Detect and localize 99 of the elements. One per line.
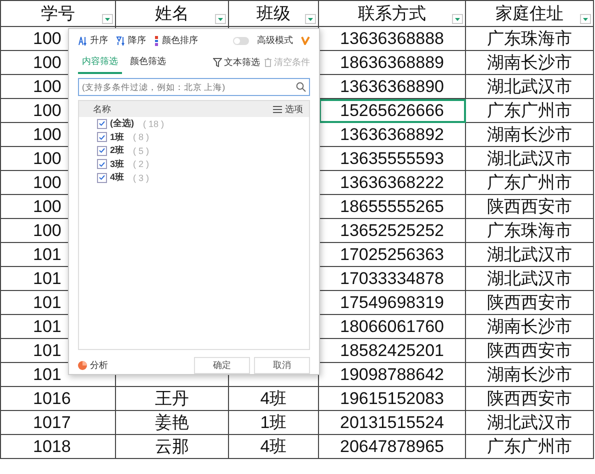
color-sort-icon: [154, 36, 160, 46]
table-cell-text: 湖北武汉市: [487, 244, 572, 266]
table-cell-text: 4班: [260, 436, 287, 458]
filter-value-label[interactable]: 2班: [110, 144, 124, 158]
table-cell-text: 湖南长沙市: [487, 124, 572, 146]
column-header: 联系方式: [358, 3, 426, 25]
table-cell: 101: [33, 340, 62, 360]
table-cell-text: 湖北武汉市: [487, 268, 572, 290]
filter-value-label[interactable]: (全选): [110, 117, 134, 130]
count-label: ( 8 ): [133, 132, 150, 142]
table-cell: 1018: [33, 436, 71, 456]
caret-icon: [455, 18, 460, 20]
filter-value-label[interactable]: 1班: [110, 130, 124, 144]
table-cell-text: 陕西西安市: [487, 340, 572, 362]
table-cell: 101: [33, 244, 62, 264]
caret-icon: [583, 18, 588, 20]
funnel-icon: [213, 58, 222, 67]
analysis-button[interactable]: 分析: [90, 359, 108, 372]
column-header: 学号: [41, 3, 75, 25]
table-cell-text: 广东珠海市: [487, 28, 572, 50]
table-cell-text: 陕西西安市: [487, 388, 572, 410]
filter-dropdown-button[interactable]: [305, 14, 316, 24]
toggle-switch[interactable]: [233, 36, 249, 45]
table-cell-text: 广东广州市: [487, 100, 572, 122]
checkbox[interactable]: [97, 118, 107, 129]
table-cell: 100: [33, 52, 62, 72]
dialog-button[interactable]: 确定: [194, 357, 250, 374]
column-header: 班级: [256, 3, 290, 25]
table-cell: 19615152083: [319, 387, 466, 411]
table-cell-text: 1班: [260, 412, 287, 434]
filter-value-label[interactable]: 4班: [110, 171, 124, 184]
table-cell-text: 湖南长沙市: [487, 316, 572, 338]
table-cell: 100: [33, 196, 62, 216]
sort-ascending-icon: [78, 36, 88, 46]
table-cell: 100: [33, 220, 62, 240]
table-cell-text: 陕西西安市: [487, 196, 572, 218]
search-field[interactable]: (支持多条件过滤，例如：北京 上海): [78, 78, 310, 96]
caret-icon: [105, 18, 110, 20]
table-cell: 101: [33, 316, 62, 336]
table-cell: 100: [33, 172, 62, 192]
count-label: ( 18 ): [143, 118, 164, 129]
table-cell-text: 广东广州市: [487, 172, 572, 194]
table-cell: 101: [33, 364, 62, 384]
v-icon: [301, 36, 310, 46]
table-cell-text: 湖北武汉市: [487, 148, 572, 170]
table-cell-text: 广东珠海市: [487, 220, 572, 242]
caret-icon: [308, 18, 313, 20]
trash-icon: [264, 58, 272, 67]
table-cell: 1017: [33, 412, 71, 432]
active-cell: 15265626666: [319, 99, 466, 123]
checkbox[interactable]: [97, 146, 107, 156]
caret-icon: [218, 18, 223, 20]
table-cell: 100: [33, 124, 62, 144]
table-cell: 20647878965: [319, 435, 466, 459]
filter-dropdown-button[interactable]: [580, 14, 591, 24]
checkbox[interactable]: [97, 172, 107, 183]
pie-chart-icon: [78, 361, 87, 370]
checkbox[interactable]: [97, 132, 107, 142]
filter-value-label[interactable]: 3班: [110, 158, 124, 171]
column-header: 姓名: [155, 3, 189, 25]
table-cell-text: 湖南长沙市: [487, 364, 572, 386]
filter-dropdown-button[interactable]: [452, 14, 463, 24]
table-cell: 1016: [33, 388, 71, 408]
table-cell: 100: [33, 28, 62, 48]
table-cell-text: 陕西西安市: [487, 292, 572, 314]
name-column-label: 名称: [93, 102, 111, 116]
sort-button[interactable]: 降序: [116, 34, 146, 48]
text-filter-button[interactable]: 文本筛选: [213, 56, 260, 69]
filter-tab[interactable]: 颜色筛选: [126, 50, 170, 74]
dialog-button[interactable]: 取消: [254, 357, 310, 374]
search-icon: [296, 82, 306, 92]
filter-dropdown-button[interactable]: [215, 14, 226, 24]
options-button[interactable]: 选项: [285, 102, 303, 116]
table-cell-text: 云那: [155, 436, 189, 458]
table-cell-text: 湖南长沙市: [487, 52, 572, 74]
table-cell-text: 4班: [260, 388, 287, 410]
table-cell: 100: [33, 76, 62, 96]
count-label: ( 3 ): [133, 172, 150, 183]
column-header: 家庭住址: [496, 3, 564, 25]
table-cell-text: 广东广州市: [487, 436, 572, 458]
filter-dropdown-button[interactable]: [102, 14, 113, 24]
sort-descending-icon: [116, 36, 126, 46]
table-cell: 100: [33, 148, 62, 168]
table-cell: 101: [33, 268, 62, 288]
sort-button[interactable]: 升序: [78, 34, 108, 48]
advanced-mode-label: 高级模式: [257, 34, 293, 48]
table-cell-text: 王丹: [155, 388, 189, 410]
sort-button[interactable]: 颜色排序: [154, 34, 198, 48]
menu-icon: [273, 106, 282, 113]
table-cell-text: 姜艳: [155, 412, 189, 434]
count-label: ( 5 ): [133, 146, 150, 156]
table-cell-text: 湖北武汉市: [487, 76, 572, 98]
table-cell: 101: [33, 292, 62, 312]
table-cell: 20131515524: [319, 411, 466, 435]
count-label: ( 2 ): [133, 159, 150, 170]
checkbox[interactable]: [97, 159, 107, 170]
table-cell-text: 湖北武汉市: [487, 412, 572, 434]
filter-tab[interactable]: 内容筛选: [78, 50, 122, 74]
table-cell: 100: [33, 100, 62, 120]
